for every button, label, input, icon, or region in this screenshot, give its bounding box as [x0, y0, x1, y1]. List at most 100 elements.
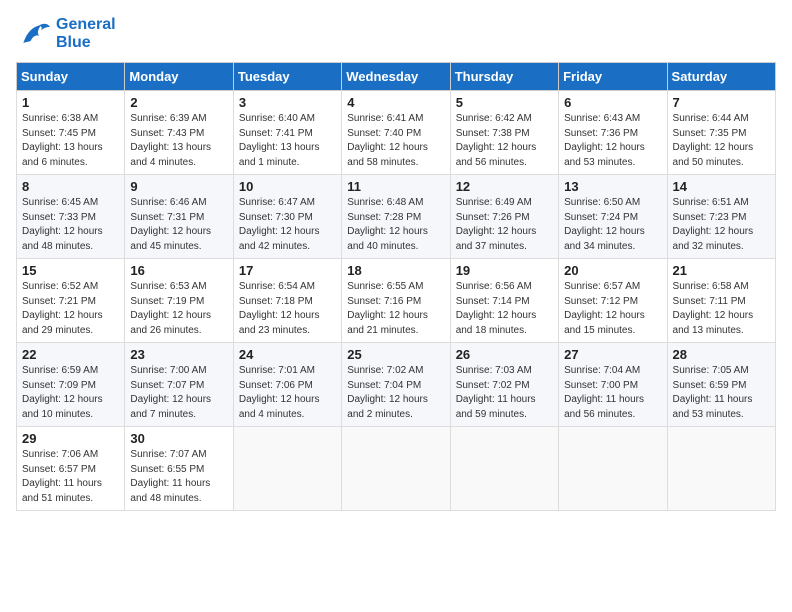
day-detail: Sunrise: 6:59 AM Sunset: 7:09 PM Dayligh… [22, 364, 119, 422]
day-number: 28 [673, 347, 770, 362]
calendar-cell: 7 Sunrise: 6:44 AM Sunset: 7:35 PM Dayli… [667, 91, 775, 175]
day-detail: Sunrise: 6:42 AM Sunset: 7:38 PM Dayligh… [456, 112, 553, 170]
day-detail: Sunrise: 6:53 AM Sunset: 7:19 PM Dayligh… [130, 280, 227, 338]
day-number: 2 [130, 95, 227, 110]
day-number: 1 [22, 95, 119, 110]
calendar-cell [233, 427, 341, 511]
day-number: 4 [347, 95, 444, 110]
calendar-cell: 15 Sunrise: 6:52 AM Sunset: 7:21 PM Dayl… [17, 259, 125, 343]
day-detail: Sunrise: 6:46 AM Sunset: 7:31 PM Dayligh… [130, 196, 227, 254]
day-number: 7 [673, 95, 770, 110]
day-detail: Sunrise: 6:57 AM Sunset: 7:12 PM Dayligh… [564, 280, 661, 338]
column-header-sunday: Sunday [17, 63, 125, 91]
day-number: 19 [456, 263, 553, 278]
calendar-week-5: 29 Sunrise: 7:06 AM Sunset: 6:57 PM Dayl… [17, 427, 776, 511]
column-header-friday: Friday [559, 63, 667, 91]
day-number: 30 [130, 431, 227, 446]
calendar-cell: 17 Sunrise: 6:54 AM Sunset: 7:18 PM Dayl… [233, 259, 341, 343]
calendar-cell: 29 Sunrise: 7:06 AM Sunset: 6:57 PM Dayl… [17, 427, 125, 511]
calendar-cell: 3 Sunrise: 6:40 AM Sunset: 7:41 PM Dayli… [233, 91, 341, 175]
calendar-cell: 14 Sunrise: 6:51 AM Sunset: 7:23 PM Dayl… [667, 175, 775, 259]
day-detail: Sunrise: 6:43 AM Sunset: 7:36 PM Dayligh… [564, 112, 661, 170]
calendar-cell [450, 427, 558, 511]
day-detail: Sunrise: 7:06 AM Sunset: 6:57 PM Dayligh… [22, 448, 119, 506]
calendar-cell: 21 Sunrise: 6:58 AM Sunset: 7:11 PM Dayl… [667, 259, 775, 343]
calendar-cell: 4 Sunrise: 6:41 AM Sunset: 7:40 PM Dayli… [342, 91, 450, 175]
day-detail: Sunrise: 6:52 AM Sunset: 7:21 PM Dayligh… [22, 280, 119, 338]
calendar-cell: 20 Sunrise: 6:57 AM Sunset: 7:12 PM Dayl… [559, 259, 667, 343]
day-detail: Sunrise: 6:58 AM Sunset: 7:11 PM Dayligh… [673, 280, 770, 338]
day-detail: Sunrise: 7:07 AM Sunset: 6:55 PM Dayligh… [130, 448, 227, 506]
day-number: 24 [239, 347, 336, 362]
day-number: 27 [564, 347, 661, 362]
day-detail: Sunrise: 6:55 AM Sunset: 7:16 PM Dayligh… [347, 280, 444, 338]
day-detail: Sunrise: 6:38 AM Sunset: 7:45 PM Dayligh… [22, 112, 119, 170]
calendar-cell: 1 Sunrise: 6:38 AM Sunset: 7:45 PM Dayli… [17, 91, 125, 175]
day-number: 15 [22, 263, 119, 278]
day-detail: Sunrise: 6:51 AM Sunset: 7:23 PM Dayligh… [673, 196, 770, 254]
calendar-cell: 13 Sunrise: 6:50 AM Sunset: 7:24 PM Dayl… [559, 175, 667, 259]
calendar-header-row: SundayMondayTuesdayWednesdayThursdayFrid… [17, 63, 776, 91]
day-detail: Sunrise: 6:41 AM Sunset: 7:40 PM Dayligh… [347, 112, 444, 170]
calendar-week-2: 8 Sunrise: 6:45 AM Sunset: 7:33 PM Dayli… [17, 175, 776, 259]
day-detail: Sunrise: 6:50 AM Sunset: 7:24 PM Dayligh… [564, 196, 661, 254]
day-number: 22 [22, 347, 119, 362]
column-header-monday: Monday [125, 63, 233, 91]
day-detail: Sunrise: 7:01 AM Sunset: 7:06 PM Dayligh… [239, 364, 336, 422]
calendar-cell: 11 Sunrise: 6:48 AM Sunset: 7:28 PM Dayl… [342, 175, 450, 259]
logo-icon [16, 18, 52, 50]
day-detail: Sunrise: 6:39 AM Sunset: 7:43 PM Dayligh… [130, 112, 227, 170]
day-number: 16 [130, 263, 227, 278]
calendar-cell: 8 Sunrise: 6:45 AM Sunset: 7:33 PM Dayli… [17, 175, 125, 259]
day-detail: Sunrise: 7:04 AM Sunset: 7:00 PM Dayligh… [564, 364, 661, 422]
calendar-week-1: 1 Sunrise: 6:38 AM Sunset: 7:45 PM Dayli… [17, 91, 776, 175]
day-number: 5 [456, 95, 553, 110]
day-number: 20 [564, 263, 661, 278]
day-number: 12 [456, 179, 553, 194]
day-number: 3 [239, 95, 336, 110]
column-header-tuesday: Tuesday [233, 63, 341, 91]
column-header-thursday: Thursday [450, 63, 558, 91]
calendar-cell: 24 Sunrise: 7:01 AM Sunset: 7:06 PM Dayl… [233, 343, 341, 427]
column-header-wednesday: Wednesday [342, 63, 450, 91]
day-number: 26 [456, 347, 553, 362]
day-number: 14 [673, 179, 770, 194]
calendar-cell: 23 Sunrise: 7:00 AM Sunset: 7:07 PM Dayl… [125, 343, 233, 427]
day-detail: Sunrise: 6:47 AM Sunset: 7:30 PM Dayligh… [239, 196, 336, 254]
day-detail: Sunrise: 6:56 AM Sunset: 7:14 PM Dayligh… [456, 280, 553, 338]
calendar-cell: 22 Sunrise: 6:59 AM Sunset: 7:09 PM Dayl… [17, 343, 125, 427]
calendar-cell: 30 Sunrise: 7:07 AM Sunset: 6:55 PM Dayl… [125, 427, 233, 511]
calendar-cell: 28 Sunrise: 7:05 AM Sunset: 6:59 PM Dayl… [667, 343, 775, 427]
day-number: 11 [347, 179, 444, 194]
day-number: 9 [130, 179, 227, 194]
calendar-cell [559, 427, 667, 511]
calendar-cell: 12 Sunrise: 6:49 AM Sunset: 7:26 PM Dayl… [450, 175, 558, 259]
calendar-cell: 27 Sunrise: 7:04 AM Sunset: 7:00 PM Dayl… [559, 343, 667, 427]
day-detail: Sunrise: 6:49 AM Sunset: 7:26 PM Dayligh… [456, 196, 553, 254]
day-detail: Sunrise: 7:03 AM Sunset: 7:02 PM Dayligh… [456, 364, 553, 422]
calendar-cell: 9 Sunrise: 6:46 AM Sunset: 7:31 PM Dayli… [125, 175, 233, 259]
day-number: 6 [564, 95, 661, 110]
calendar-table: SundayMondayTuesdayWednesdayThursdayFrid… [16, 62, 776, 511]
logo-text: General Blue [56, 16, 116, 52]
calendar-cell: 2 Sunrise: 6:39 AM Sunset: 7:43 PM Dayli… [125, 91, 233, 175]
day-detail: Sunrise: 6:40 AM Sunset: 7:41 PM Dayligh… [239, 112, 336, 170]
day-number: 10 [239, 179, 336, 194]
calendar-cell: 25 Sunrise: 7:02 AM Sunset: 7:04 PM Dayl… [342, 343, 450, 427]
day-number: 18 [347, 263, 444, 278]
column-header-saturday: Saturday [667, 63, 775, 91]
calendar-cell: 16 Sunrise: 6:53 AM Sunset: 7:19 PM Dayl… [125, 259, 233, 343]
day-number: 21 [673, 263, 770, 278]
calendar-cell: 26 Sunrise: 7:03 AM Sunset: 7:02 PM Dayl… [450, 343, 558, 427]
calendar-week-3: 15 Sunrise: 6:52 AM Sunset: 7:21 PM Dayl… [17, 259, 776, 343]
day-number: 8 [22, 179, 119, 194]
day-number: 29 [22, 431, 119, 446]
day-number: 23 [130, 347, 227, 362]
calendar-cell [667, 427, 775, 511]
page-header: General Blue [16, 16, 776, 52]
day-detail: Sunrise: 7:02 AM Sunset: 7:04 PM Dayligh… [347, 364, 444, 422]
day-detail: Sunrise: 7:00 AM Sunset: 7:07 PM Dayligh… [130, 364, 227, 422]
day-number: 17 [239, 263, 336, 278]
day-detail: Sunrise: 6:48 AM Sunset: 7:28 PM Dayligh… [347, 196, 444, 254]
calendar-cell: 5 Sunrise: 6:42 AM Sunset: 7:38 PM Dayli… [450, 91, 558, 175]
